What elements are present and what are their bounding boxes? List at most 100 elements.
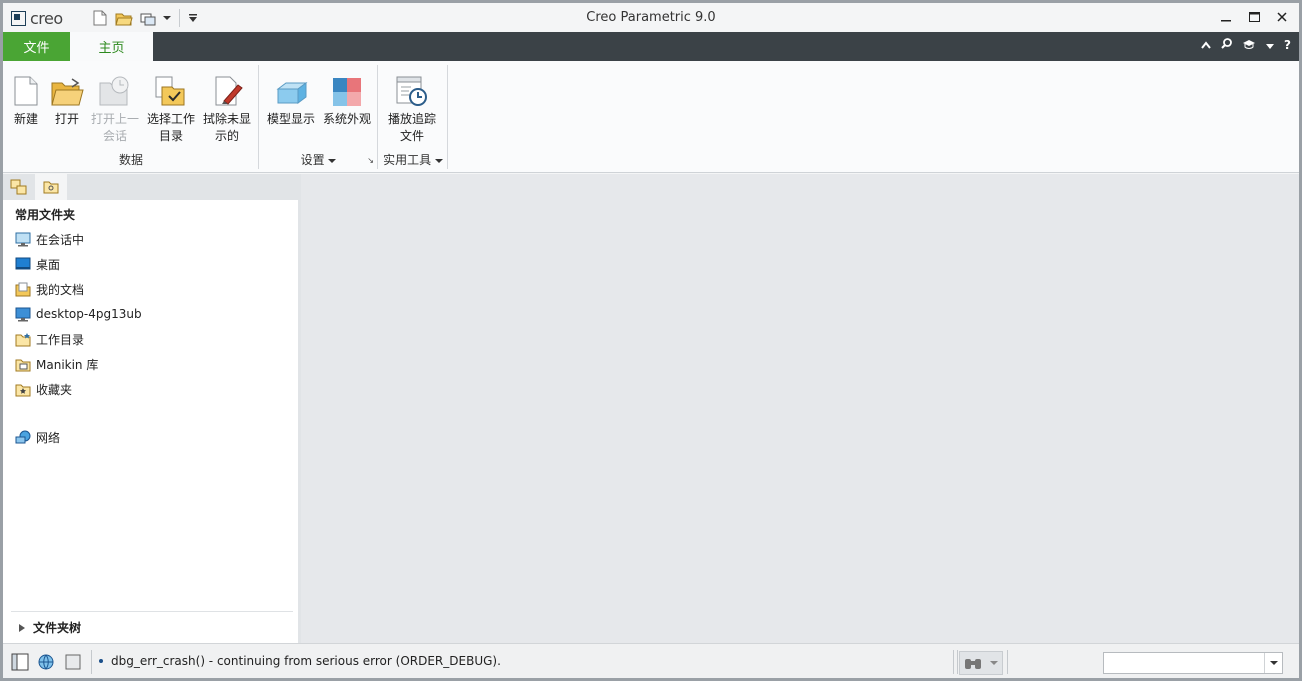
select-working-dir-icon (155, 76, 185, 106)
computer-icon (15, 306, 31, 322)
tab-file[interactable]: 文件 (3, 32, 70, 61)
nav-item-label: 在会话中 (36, 232, 85, 247)
message-bullet-icon (99, 659, 103, 663)
status-divider (957, 650, 958, 674)
window-controls (1217, 7, 1291, 27)
nav-item-favorites[interactable]: 收藏夹 (15, 378, 72, 400)
nav-item-my-documents[interactable]: 我的文档 (15, 278, 84, 300)
system-appearance-icon (333, 78, 361, 106)
play-trail-file-line1: 播放追踪 (387, 112, 436, 126)
nav-item-label: Manikin 库 (36, 357, 99, 372)
learning-dropdown-icon[interactable] (1266, 38, 1275, 52)
ribbon: 新建 打开 打开上一 会话 选择工作 目录 拭除未显 示的 数据 模型显示 系统… (3, 61, 1299, 173)
desktop-icon (15, 256, 31, 272)
open-last-session-line2: 会话 (102, 129, 127, 143)
open-last-session-icon (99, 76, 129, 106)
graphics-area[interactable] (301, 174, 1299, 643)
expand-triangle-icon (19, 623, 25, 632)
tab-model-tree[interactable] (3, 174, 35, 200)
message-area: dbg_err_crash() - continuing from seriou… (99, 654, 501, 668)
selection-filter-dropdown[interactable] (1103, 652, 1283, 674)
nav-item-label: 我的文档 (36, 282, 85, 297)
tab-home[interactable]: 主页 (70, 32, 153, 61)
creo-window: creo Creo Parametric 9.0 文件 主页 ? 新建 打开 打… (3, 3, 1299, 678)
erase-not-displayed-button[interactable]: 拭除未显 示的 (199, 67, 255, 145)
window-title: Creo Parametric 9.0 (586, 10, 716, 25)
status-message: dbg_err_crash() - continuing from seriou… (111, 654, 501, 668)
nav-item-label: 工作目录 (36, 332, 85, 347)
new-document-icon (14, 76, 38, 106)
open-button-label: 打开 (54, 112, 79, 126)
minimize-icon[interactable] (1217, 7, 1235, 27)
erase-not-displayed-icon (215, 76, 243, 106)
network-icon (15, 429, 31, 445)
nav-item-computer[interactable]: desktop-4pg13ub (15, 303, 142, 325)
binoculars-icon (965, 659, 981, 669)
monitor-session-icon (15, 231, 31, 247)
dialog-launcher-icon[interactable]: ↘ (367, 156, 374, 165)
find-dropdown-icon[interactable] (990, 661, 998, 665)
navigator-panel: 常用文件夹 在会话中 桌面 我的文档 desktop-4pg13ub 工作目录 … (3, 174, 301, 643)
erase-not-displayed-line2: 示的 (214, 129, 239, 143)
ribbon-group-utilities: 播放追踪 文件 实用工具 (378, 63, 448, 171)
status-divider (953, 650, 954, 674)
status-divider (91, 650, 92, 674)
select-working-dir-line1: 选择工作 (146, 112, 195, 126)
documents-icon (15, 281, 31, 297)
settings-group-label[interactable]: 设置 (259, 151, 378, 168)
favorites-folder-icon (15, 381, 31, 397)
select-working-dir-line2: 目录 (158, 129, 183, 143)
folder-tree-label: 文件夹树 (33, 621, 82, 635)
help-icon[interactable]: ? (1284, 38, 1291, 52)
new-button[interactable]: 新建 (3, 67, 49, 128)
status-bar: dbg_err_crash() - continuing from seriou… (3, 643, 1299, 678)
open-button[interactable]: 打开 (45, 67, 89, 128)
ribbon-group-data: 新建 打开 打开上一 会话 选择工作 目录 拭除未显 示的 数据 (3, 63, 259, 171)
nav-item-desktop[interactable]: 桌面 (15, 253, 60, 275)
nav-item-manikin-library[interactable]: Manikin 库 (15, 353, 98, 375)
nav-item-label: 桌面 (36, 257, 61, 272)
model-display-icon (276, 82, 308, 104)
manikin-library-icon (15, 356, 31, 372)
toggle-navigator-icon[interactable] (10, 652, 30, 672)
data-group-label: 数据 (118, 153, 143, 167)
nav-item-label: desktop-4pg13ub (36, 307, 142, 321)
chevron-down-icon[interactable] (1264, 653, 1282, 673)
play-trail-file-line2: 文件 (399, 129, 424, 143)
find-button[interactable] (959, 651, 1003, 675)
play-trail-file-button[interactable]: 播放追踪 文件 (382, 67, 442, 145)
utilities-group-label[interactable]: 实用工具 (378, 151, 448, 168)
new-button-label: 新建 (13, 112, 38, 126)
search-icon[interactable] (1221, 38, 1232, 52)
full-screen-icon[interactable] (63, 652, 83, 672)
close-icon[interactable] (1273, 7, 1291, 27)
open-folder-large-icon (51, 78, 84, 106)
open-last-session-button[interactable]: 打开上一 会话 (87, 67, 143, 145)
ribbon-tab-bar: 文件 主页 ? (3, 32, 1299, 61)
nav-item-in-session[interactable]: 在会话中 (15, 228, 84, 250)
navigator-tabs (3, 174, 299, 200)
nav-item-network[interactable]: 网络 (15, 426, 60, 448)
status-divider (1007, 650, 1008, 674)
model-display-button[interactable]: 模型显示 (263, 67, 319, 128)
system-appearance-button[interactable]: 系统外观 (319, 67, 375, 128)
folder-tree-toggle[interactable]: 文件夹树 (11, 611, 293, 643)
nav-item-label: 网络 (36, 430, 61, 445)
collapse-ribbon-icon[interactable] (1201, 38, 1211, 52)
maximize-icon[interactable] (1245, 7, 1263, 27)
tab-folder-browser[interactable] (35, 174, 67, 200)
learning-connector-icon[interactable] (1242, 38, 1256, 52)
ribbon-right-tools: ? (1201, 38, 1291, 52)
play-trail-file-icon (396, 76, 427, 106)
title-bar: creo Creo Parametric 9.0 (3, 3, 1299, 32)
nav-item-working-directory[interactable]: 工作目录 (15, 328, 84, 350)
common-folders-heading: 常用文件夹 (15, 208, 76, 222)
open-last-session-line1: 打开上一 (90, 112, 139, 126)
group-separator (447, 65, 448, 169)
system-appearance-label: 系统外观 (322, 112, 371, 126)
select-working-dir-button[interactable]: 选择工作 目录 (143, 67, 199, 145)
nav-item-label: 收藏夹 (36, 382, 73, 397)
working-dir-folder-icon (15, 331, 31, 347)
toggle-browser-icon[interactable] (36, 652, 56, 672)
model-display-label: 模型显示 (266, 112, 315, 126)
